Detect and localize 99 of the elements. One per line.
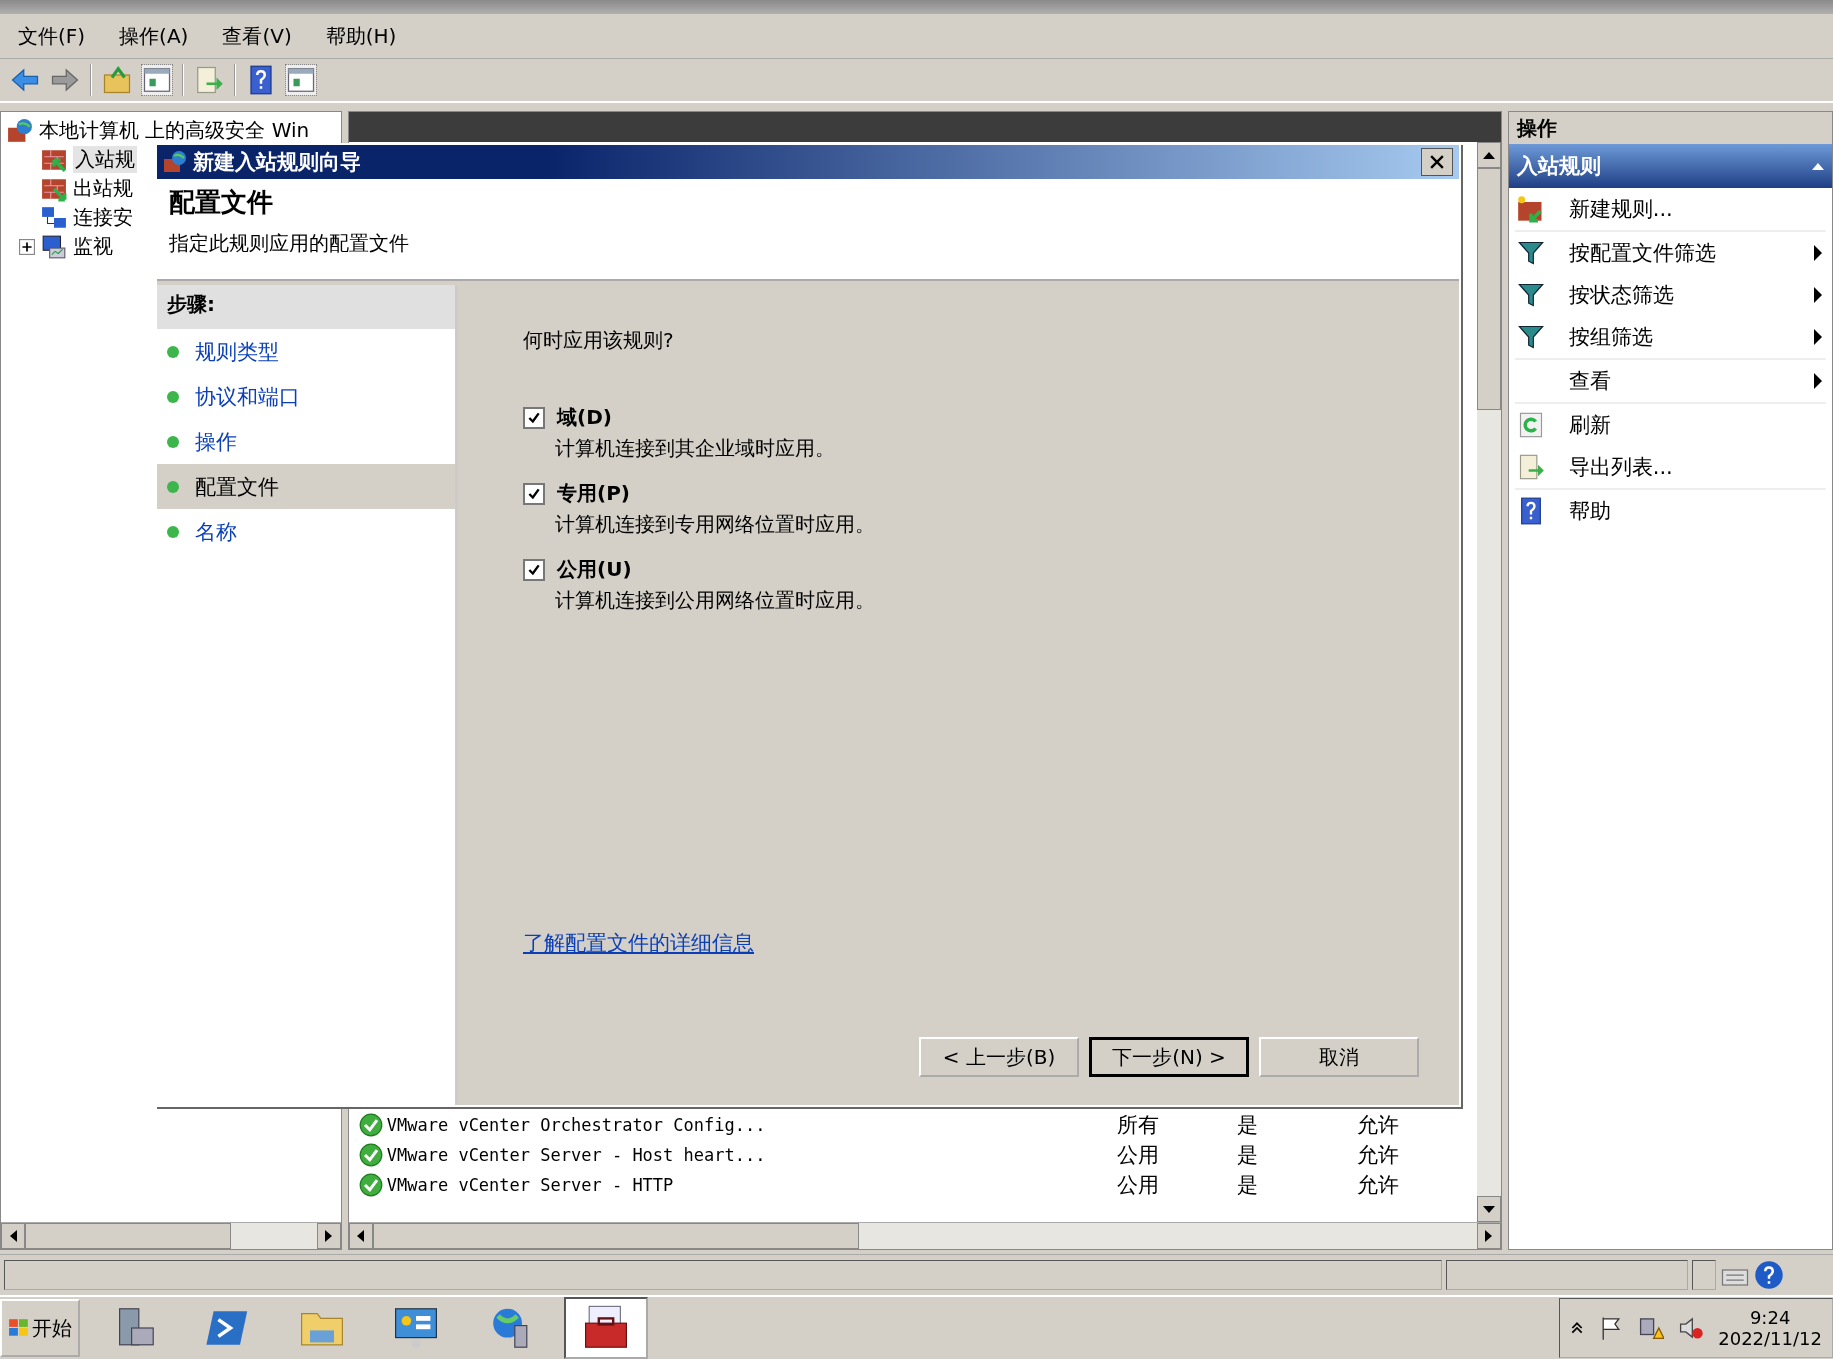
close-button[interactable] [1421, 148, 1453, 176]
page-description: 指定此规则应用的配置文件 [169, 230, 410, 257]
check-circle-icon [358, 1143, 383, 1167]
checkmark-icon [527, 410, 541, 425]
actions-pane-title: 操作 [1508, 112, 1832, 144]
menu-item[interactable]: 查看(V) [222, 22, 292, 50]
wizard-button[interactable]: 取消 [1259, 1037, 1419, 1077]
table-cell-text: 允许 [1356, 1172, 1400, 1199]
tree-item[interactable]: 入站规 [73, 146, 137, 173]
collapse-icon[interactable] [1812, 162, 1824, 170]
clock-date: 2022/11/12 [1718, 1328, 1822, 1349]
firewall-globe-icon [163, 150, 187, 174]
table-cell-text: 所有 [1116, 1112, 1160, 1139]
action-label[interactable]: 按状态筛选 [1568, 281, 1814, 309]
checkbox-label[interactable]: 公用(U) [557, 556, 632, 583]
checkbox-label[interactable]: 域(D) [557, 404, 612, 431]
checkmark-icon [527, 486, 541, 501]
submenu-arrow-icon [1814, 287, 1822, 303]
action-item[interactable]: 按状态筛选 [1508, 274, 1832, 316]
table-cell-text: VMware vCenter Server - HTTP [386, 1175, 675, 1195]
submenu-arrow-icon [1814, 245, 1822, 261]
action-item[interactable]: 刷新 [1508, 404, 1832, 446]
checkbox-label[interactable]: 专用(P) [557, 480, 630, 507]
action-label[interactable]: 按组筛选 [1568, 323, 1814, 351]
computers-icon [41, 204, 67, 231]
pane-icon[interactable] [286, 65, 316, 95]
filter-icon [1516, 239, 1545, 267]
action-label[interactable]: 按配置文件筛选 [1568, 239, 1814, 267]
wizard-step[interactable]: 配置文件 [157, 464, 455, 509]
speaker-muted-icon[interactable] [1678, 1315, 1705, 1341]
action-label[interactable]: 导出列表... [1568, 453, 1822, 481]
action-label[interactable]: 新建规则... [1568, 195, 1822, 223]
tree-item[interactable]: 连接安 [73, 204, 133, 231]
help-link[interactable]: 了解配置文件的详细信息 [523, 929, 754, 957]
action-item[interactable]: 查看 [1508, 360, 1832, 402]
table-cell-text: 允许 [1356, 1112, 1400, 1139]
wizard-button[interactable]: < 上一步(B) [919, 1037, 1079, 1077]
question-text: 何时应用该规则? [523, 327, 675, 354]
taskbar-app[interactable] [564, 1297, 648, 1359]
expand-toggle-icon[interactable] [19, 238, 35, 255]
check-circle-icon [358, 1113, 383, 1137]
submenu-arrow-icon [1814, 329, 1822, 345]
table-cell-text: 公用 [1116, 1172, 1160, 1199]
action-item[interactable]: 帮助 [1508, 490, 1832, 532]
firewall-globe-icon [7, 117, 33, 144]
menu-item[interactable]: 帮助(H) [325, 22, 397, 50]
steps-title: 步骤: [157, 285, 455, 329]
horizontal-scrollbar[interactable] [348, 1222, 1501, 1249]
action-item[interactable]: 导出列表... [1508, 446, 1832, 488]
option-description: 计算机连接到公用网络位置时应用。 [554, 587, 876, 614]
action-item[interactable]: 按组筛选 [1508, 316, 1832, 358]
horizontal-scrollbar[interactable] [1, 1222, 341, 1249]
close-icon [1430, 155, 1444, 169]
status-bar-panel [1692, 1260, 1716, 1290]
tree-item[interactable]: 本地计算机 上的高级安全 Win [39, 117, 310, 144]
checkbox[interactable] [523, 482, 545, 505]
checkbox[interactable] [523, 406, 545, 429]
windows-logo-icon [8, 1317, 30, 1339]
network-warning-icon[interactable] [1638, 1315, 1665, 1341]
dialog-title: 新建入站规则向导 [193, 149, 362, 176]
pane-icon[interactable] [142, 65, 172, 95]
menu-item[interactable]: 文件(F) [18, 22, 86, 50]
vertical-scrollbar[interactable] [1476, 142, 1501, 1222]
start-button[interactable]: 开始 [0, 1299, 80, 1357]
wizard-step[interactable]: 操作 [157, 419, 455, 464]
table-cell-text: 公用 [1116, 1142, 1160, 1169]
table-cell-text: 是 [1236, 1142, 1259, 1169]
action-item[interactable]: 按配置文件筛选 [1508, 232, 1832, 274]
page-heading: 配置文件 [169, 186, 274, 219]
action-label[interactable]: 帮助 [1568, 497, 1822, 525]
checkmark-icon [527, 562, 541, 577]
wizard-step[interactable]: 协议和端口 [157, 374, 455, 419]
help-icon[interactable] [1754, 1260, 1784, 1290]
submenu-arrow-icon [1814, 373, 1822, 389]
clock-time: 9:24 [1749, 1307, 1791, 1328]
table-cell-text: VMware vCenter Orchestrator Config... [386, 1115, 767, 1135]
action-item[interactable]: 新建规则... [1508, 188, 1832, 230]
checkbox[interactable] [523, 558, 545, 581]
chevron-up-icon[interactable] [1570, 1321, 1585, 1335]
table-cell-text: VMware vCenter Server - Host heart... [386, 1145, 767, 1165]
check-circle-icon [358, 1173, 383, 1197]
tree-item[interactable]: 监视 [73, 233, 113, 260]
action-label[interactable]: 刷新 [1568, 411, 1822, 439]
table-cell-text: 允许 [1356, 1142, 1400, 1169]
wizard-step[interactable]: 名称 [157, 509, 455, 554]
filter-icon [1516, 281, 1545, 309]
new-rule-icon [1516, 195, 1545, 223]
table-cell-text: 是 [1236, 1112, 1259, 1139]
table-cell-text: 是 [1236, 1172, 1259, 1199]
tree-item[interactable]: 出站规 [73, 175, 133, 202]
actions-section-header[interactable]: 入站规则 [1508, 144, 1832, 188]
option-description: 计算机连接到其企业域时应用。 [554, 435, 836, 462]
menu-item[interactable]: 操作(A) [119, 22, 189, 50]
wizard-step[interactable]: 规则类型 [157, 329, 455, 374]
wizard-button[interactable]: 下一步(N) > [1089, 1037, 1249, 1077]
option-description: 计算机连接到专用网络位置时应用。 [554, 511, 876, 538]
action-label[interactable]: 查看 [1568, 367, 1814, 395]
filter-icon [1516, 323, 1545, 351]
monitor-icon [41, 233, 67, 260]
